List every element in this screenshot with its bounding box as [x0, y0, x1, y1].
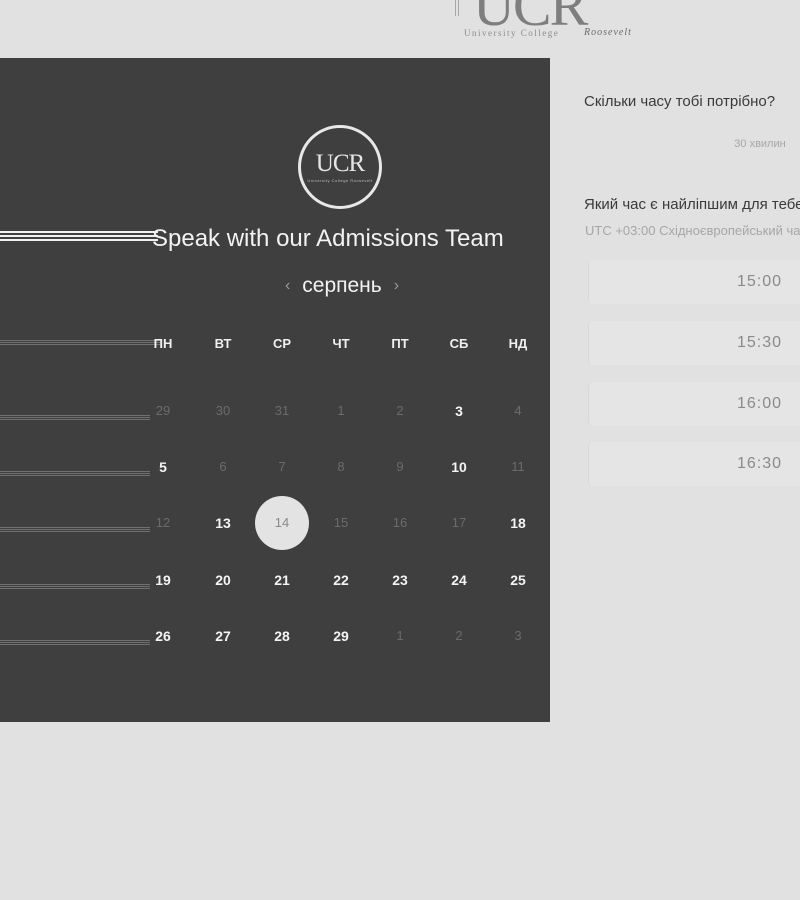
- panel-logo-caption: University College Roosevelt: [307, 178, 373, 183]
- calendar-day[interactable]: 28: [262, 616, 302, 656]
- duration-question: Скільки часу тобі потрібно?: [584, 93, 776, 110]
- weekday-label: ЧТ: [332, 336, 350, 351]
- time-slot-label: 16:00: [737, 395, 783, 412]
- weekday-label: ПН: [153, 336, 173, 351]
- weekday-label: ПТ: [391, 336, 409, 351]
- render-streak: [0, 340, 160, 345]
- logo-mark-icon: [455, 0, 459, 16]
- time-slot-button[interactable]: 16:30: [588, 442, 800, 486]
- duration-option[interactable]: 30 хвилин: [700, 138, 800, 150]
- calendar-day: 8: [337, 459, 345, 474]
- scheduler-page: UCR University College Roosevelt UCR Uni…: [0, 0, 800, 900]
- calendar-day[interactable]: 24: [439, 560, 479, 600]
- render-streak: [0, 584, 150, 589]
- render-streak: [0, 640, 150, 645]
- time-slot-label: 15:30: [737, 334, 783, 351]
- calendar-day[interactable]: 27: [203, 616, 243, 656]
- time-slot-label: 15:00: [737, 273, 783, 290]
- calendar-day[interactable]: 3: [439, 391, 479, 431]
- time-question: Який час є найліпшим для тебе?: [584, 196, 800, 213]
- timezone-label[interactable]: UTC +03:00 Східноєвропейський час: [585, 223, 800, 238]
- weekday-label: ВТ: [214, 336, 232, 351]
- calendar-day: 15: [333, 515, 349, 530]
- calendar-day: 9: [396, 459, 404, 474]
- time-slot-button[interactable]: 16:00: [588, 382, 800, 426]
- calendar-day[interactable]: 26: [143, 616, 183, 656]
- time-slot-label: 16:30: [737, 455, 783, 472]
- calendar-panel: UCR University College Roosevelt Speak w…: [0, 58, 550, 722]
- calendar-day: 31: [274, 403, 290, 418]
- calendar-day[interactable]: 13: [203, 503, 243, 543]
- calendar-day: 2: [396, 403, 404, 418]
- calendar-day-selected[interactable]: 14: [255, 496, 309, 550]
- calendar-day: 6: [219, 459, 227, 474]
- calendar-day: 16: [392, 515, 408, 530]
- calendar-day: 2: [455, 628, 463, 643]
- weekday-label: НД: [508, 336, 528, 351]
- header-logo[interactable]: UCR University College Roosevelt: [455, 0, 655, 44]
- render-streak: [0, 415, 150, 420]
- calendar-day: 12: [155, 515, 171, 530]
- weekday-label: СБ: [449, 336, 469, 351]
- month-label: серпень: [302, 274, 382, 297]
- calendar-day[interactable]: 25: [498, 560, 538, 600]
- time-slot-button[interactable]: 15:30: [588, 321, 800, 365]
- time-slot-button[interactable]: 15:00: [588, 260, 800, 304]
- render-streak: [0, 471, 150, 476]
- calendar-day: 1: [396, 628, 404, 643]
- calendar-day: 4: [514, 403, 522, 418]
- ucr-round-logo: UCR University College Roosevelt: [298, 125, 382, 209]
- calendar-day[interactable]: 21: [262, 560, 302, 600]
- calendar-day: 11: [511, 459, 525, 474]
- calendar-day: 7: [278, 459, 286, 474]
- render-streak: [0, 527, 150, 532]
- panel-logo-letters: UCR: [315, 150, 365, 177]
- calendar-day: 29: [155, 403, 171, 418]
- panel-title: Speak with our Admissions Team: [152, 225, 504, 252]
- header-logo-roosevelt: Roosevelt: [584, 27, 632, 38]
- calendar-day: 30: [215, 403, 231, 418]
- calendar-day[interactable]: 18: [498, 503, 538, 543]
- calendar-day[interactable]: 20: [203, 560, 243, 600]
- month-navigation: ‹ серпень ›: [262, 271, 422, 301]
- render-streak: [0, 231, 158, 245]
- calendar-day[interactable]: 5: [143, 447, 183, 487]
- header-logo-subtitle: University College: [464, 28, 560, 38]
- calendar-day[interactable]: 23: [380, 560, 420, 600]
- calendar-day[interactable]: 19: [143, 560, 183, 600]
- calendar-day: 3: [514, 628, 522, 643]
- calendar-day[interactable]: 10: [439, 447, 479, 487]
- prev-month-icon[interactable]: ‹: [285, 277, 290, 295]
- weekday-label: СР: [272, 336, 292, 351]
- calendar-day: 1: [337, 403, 345, 418]
- next-month-icon[interactable]: ›: [394, 277, 399, 295]
- calendar-day[interactable]: 29: [321, 616, 361, 656]
- calendar-day: 17: [451, 515, 467, 530]
- calendar-day[interactable]: 22: [321, 560, 361, 600]
